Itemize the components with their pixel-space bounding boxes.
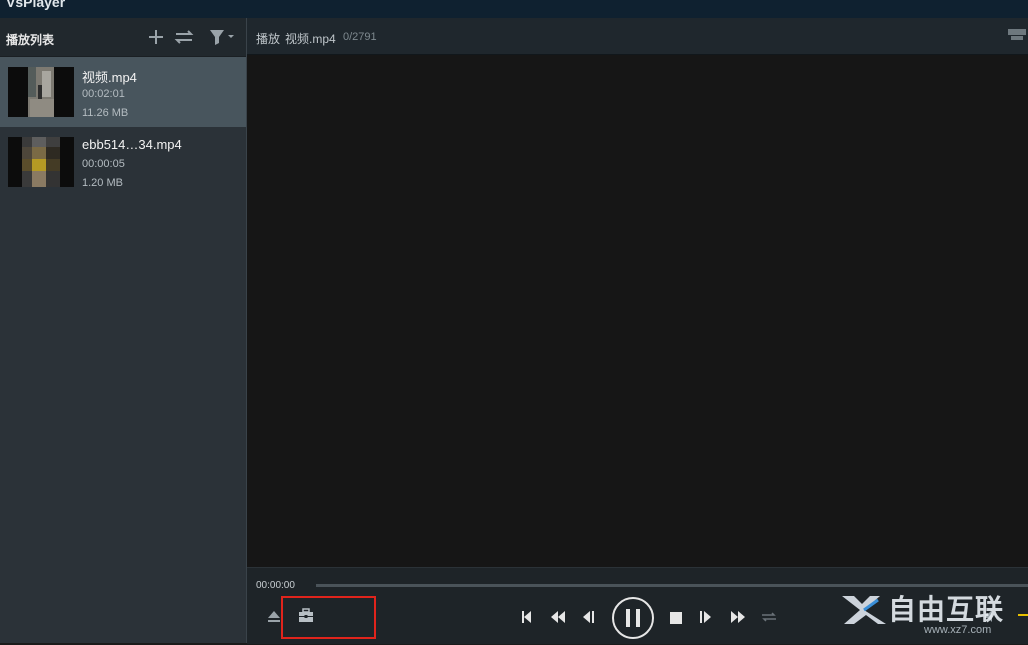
toolbox-icon[interactable] <box>297 608 315 629</box>
eject-icon[interactable] <box>266 608 282 629</box>
current-time: 00:00:00 <box>256 580 295 591</box>
playlist-item[interactable]: 视频.mp4 00:02:01 11.26 MB <box>0 57 246 127</box>
stop-icon[interactable] <box>670 611 682 629</box>
rewind-icon[interactable] <box>550 610 566 629</box>
watermark-text: 自由互联 <box>888 594 1005 625</box>
watermark-url: www.xz7.com <box>924 624 992 636</box>
filter-icon[interactable] <box>208 27 234 47</box>
video-thumbnail <box>8 137 74 187</box>
title-bar: VsPlayer <box>0 0 1028 18</box>
frame-counter: 0/2791 <box>343 31 377 43</box>
pause-button[interactable] <box>611 596 655 645</box>
app-title: VsPlayer <box>6 0 66 10</box>
watermark: 自由互联 www.xz7.com <box>838 588 1028 643</box>
playlist-item-duration: 00:00:05 <box>82 158 125 170</box>
playlist-item-name: 视频.mp4 <box>82 70 137 85</box>
now-playing-header: 播放 视频.mp4 0/2791 <box>247 18 1028 55</box>
progress-bar[interactable] <box>316 584 1028 587</box>
watermark-logo-icon <box>842 596 886 624</box>
snapshot-icon[interactable] <box>1007 26 1027 49</box>
step-forward-icon[interactable] <box>699 610 713 629</box>
playlist-item-size: 11.26 MB <box>82 107 129 119</box>
swap-icon[interactable] <box>173 27 194 47</box>
current-file-name: 视频.mp4 <box>285 32 336 46</box>
playlist-item[interactable]: ebb514…34.mp4 00:00:05 1.20 MB <box>0 127 246 197</box>
loop-icon[interactable] <box>760 610 778 629</box>
playlist-title: 播放列表 <box>6 33 55 47</box>
playlist-header: 播放列表 <box>0 18 246 57</box>
playlist-sidebar: 播放列表 视频.mp4 00:02:01 11.26 MB ebb514…34.… <box>0 18 247 643</box>
video-thumbnail <box>8 67 74 117</box>
prev-icon[interactable] <box>521 610 533 629</box>
step-back-icon[interactable] <box>581 610 595 629</box>
fast-forward-icon[interactable] <box>730 610 746 629</box>
playlist-item-name: ebb514…34.mp4 <box>82 137 182 152</box>
add-icon[interactable] <box>146 27 166 47</box>
playlist-item-duration: 00:02:01 <box>82 88 125 100</box>
video-display[interactable] <box>247 55 1028 567</box>
playlist-item-size: 1.20 MB <box>82 177 123 189</box>
play-label: 播放 <box>256 32 281 46</box>
